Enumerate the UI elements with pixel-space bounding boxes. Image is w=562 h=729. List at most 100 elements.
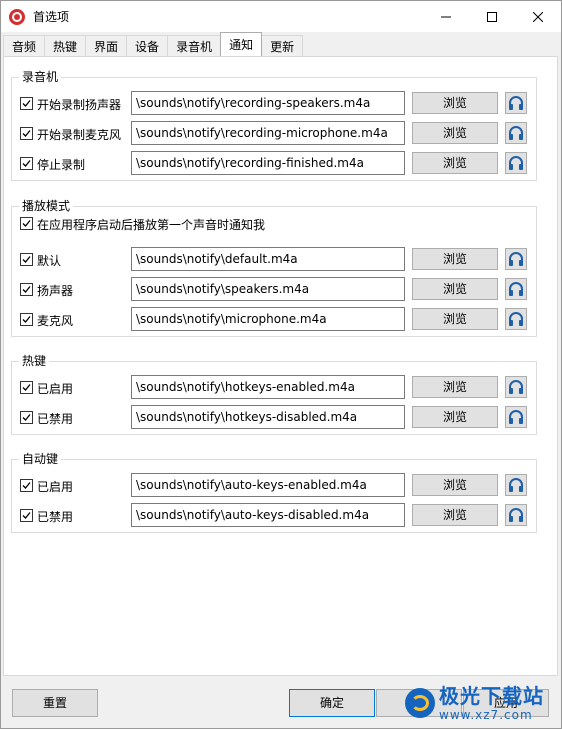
group-title-hotkeys: 热键 (19, 354, 50, 368)
headphones-icon (509, 282, 523, 296)
label-recording-microphone: 开始录制麦克风 (37, 128, 122, 142)
checkbox-recording-microphone[interactable] (20, 127, 33, 140)
group-title-auto-keys: 自动键 (19, 452, 62, 466)
checkmark-icon (22, 100, 31, 107)
browse-button[interactable]: 浏览 (412, 278, 498, 300)
window-title: 首选项 (33, 10, 70, 24)
tab-notifications[interactable]: 通知 (220, 32, 263, 56)
row-microphone: 麦克风 \sounds\notify\microphone.m4a 浏览 (12, 307, 538, 333)
maximize-button[interactable] (469, 1, 515, 32)
play-sound-button[interactable] (505, 474, 527, 496)
row-recording-finished: 停止录制 \sounds\notify\recording-finished.m… (12, 151, 538, 177)
browse-button[interactable]: 浏览 (412, 406, 498, 428)
row-hotkeys-disabled: 已禁用 \sounds\notify\hotkeys-disabled.m4a … (12, 405, 538, 431)
path-field-speakers[interactable]: \sounds\notify\speakers.m4a (131, 277, 405, 301)
path-field-auto-keys-disabled[interactable]: \sounds\notify\auto-keys-disabled.m4a (131, 503, 405, 527)
row-hotkeys-enabled: 已启用 \sounds\notify\hotkeys-enabled.m4a 浏… (12, 375, 538, 401)
watermark-logo-icon (405, 688, 435, 718)
group-auto-keys: 自动键 已启用 \sounds\notify\auto-keys-enabled… (11, 452, 538, 533)
tab-updates[interactable]: 更新 (261, 35, 304, 56)
checkbox-auto-keys-disabled[interactable] (20, 509, 33, 522)
path-field-default[interactable]: \sounds\notify\default.m4a (131, 247, 405, 271)
play-sound-button[interactable] (505, 504, 527, 526)
row-notify-first-sound: 在应用程序启动后播放第一个声音时通知我 (12, 215, 538, 233)
label-auto-keys-disabled: 已禁用 (37, 510, 74, 524)
path-field-recording-speakers[interactable]: \sounds\notify\recording-speakers.m4a (131, 91, 405, 115)
minimize-button[interactable] (423, 1, 469, 32)
checkmark-icon (22, 414, 31, 421)
group-title-recorder: 录音机 (19, 70, 62, 84)
checkbox-hotkeys-disabled[interactable] (20, 411, 33, 424)
checkbox-default[interactable] (20, 253, 33, 266)
path-field-microphone[interactable]: \sounds\notify\microphone.m4a (131, 307, 405, 331)
checkbox-hotkeys-enabled[interactable] (20, 381, 33, 394)
headphones-icon (509, 508, 523, 522)
label-hotkeys-disabled: 已禁用 (37, 412, 74, 426)
tab-interface[interactable]: 界面 (85, 35, 128, 56)
maximize-icon (487, 11, 497, 22)
headphones-icon (509, 96, 523, 110)
checkbox-recording-finished[interactable] (20, 157, 33, 170)
headphones-icon (509, 156, 523, 170)
checkbox-speakers[interactable] (20, 283, 33, 296)
app-logo-icon (9, 8, 25, 25)
window-controls (423, 1, 561, 32)
notifications-panel: 录音机 开始录制扬声器 \sounds\notify\recording-spe… (3, 56, 558, 676)
checkmark-icon (22, 482, 31, 489)
browse-button[interactable]: 浏览 (412, 152, 498, 174)
path-field-recording-finished[interactable]: \sounds\notify\recording-finished.m4a (131, 151, 405, 175)
play-sound-button[interactable] (505, 248, 527, 270)
play-sound-button[interactable] (505, 278, 527, 300)
browse-button[interactable]: 浏览 (412, 474, 498, 496)
tab-audio[interactable]: 音频 (3, 35, 46, 56)
play-sound-button[interactable] (505, 406, 527, 428)
play-sound-button[interactable] (505, 152, 527, 174)
headphones-icon (509, 312, 523, 326)
browse-button[interactable]: 浏览 (412, 376, 498, 398)
title-bar: 首选项 (1, 1, 561, 32)
play-sound-button[interactable] (505, 308, 527, 330)
checkmark-icon (22, 286, 31, 293)
browse-button[interactable]: 浏览 (412, 122, 498, 144)
path-field-auto-keys-enabled[interactable]: \sounds\notify\auto-keys-enabled.m4a (131, 473, 405, 497)
row-auto-keys-enabled: 已启用 \sounds\notify\auto-keys-enabled.m4a… (12, 473, 538, 499)
label-microphone: 麦克风 (37, 314, 74, 328)
label-notify-first-sound: 在应用程序启动后播放第一个声音时通知我 (37, 218, 266, 232)
headphones-icon (509, 478, 523, 492)
reset-button[interactable]: 重置 (12, 689, 98, 717)
checkmark-icon (22, 512, 31, 519)
preferences-window: 首选项 音频 热键 界面 设备 录音机 通知 更新 录音机 开始录制扬声器 \s… (0, 0, 562, 729)
group-hotkeys: 热键 已启用 \sounds\notify\hotkeys-enabled.m4… (11, 354, 538, 435)
tab-recorder[interactable]: 录音机 (167, 35, 222, 56)
play-sound-button[interactable] (505, 122, 527, 144)
browse-button[interactable]: 浏览 (412, 308, 498, 330)
tab-hotkeys[interactable]: 热键 (44, 35, 87, 56)
row-auto-keys-disabled: 已禁用 \sounds\notify\auto-keys-disabled.m4… (12, 503, 538, 529)
browse-button[interactable]: 浏览 (412, 248, 498, 270)
play-sound-button[interactable] (505, 376, 527, 398)
path-field-recording-microphone[interactable]: \sounds\notify\recording-microphone.m4a (131, 121, 405, 145)
checkbox-microphone[interactable] (20, 313, 33, 326)
row-recording-speakers: 开始录制扬声器 \sounds\notify\recording-speaker… (12, 91, 538, 117)
group-playback-mode: 播放模式 在应用程序启动后播放第一个声音时通知我 默认 \sounds\noti… (11, 199, 538, 337)
close-button[interactable] (515, 1, 561, 32)
checkbox-recording-speakers[interactable] (20, 97, 33, 110)
ok-button[interactable]: 确定 (289, 689, 375, 717)
row-default: 默认 \sounds\notify\default.m4a 浏览 (12, 247, 538, 273)
checkmark-icon (22, 384, 31, 391)
browse-button[interactable]: 浏览 (412, 504, 498, 526)
group-recorder: 录音机 开始录制扬声器 \sounds\notify\recording-spe… (11, 70, 538, 181)
checkmark-icon (22, 316, 31, 323)
checkmark-icon (22, 256, 31, 263)
play-sound-button[interactable] (505, 92, 527, 114)
path-field-hotkeys-enabled[interactable]: \sounds\notify\hotkeys-enabled.m4a (131, 375, 405, 399)
path-field-hotkeys-disabled[interactable]: \sounds\notify\hotkeys-disabled.m4a (131, 405, 405, 429)
tab-devices[interactable]: 设备 (126, 35, 169, 56)
checkbox-notify-first-sound[interactable] (20, 217, 33, 230)
close-icon (533, 11, 543, 22)
browse-button[interactable]: 浏览 (412, 92, 498, 114)
headphones-icon (509, 252, 523, 266)
checkbox-auto-keys-enabled[interactable] (20, 479, 33, 492)
label-auto-keys-enabled: 已启用 (37, 480, 74, 494)
row-recording-microphone: 开始录制麦克风 \sounds\notify\recording-microph… (12, 121, 538, 147)
